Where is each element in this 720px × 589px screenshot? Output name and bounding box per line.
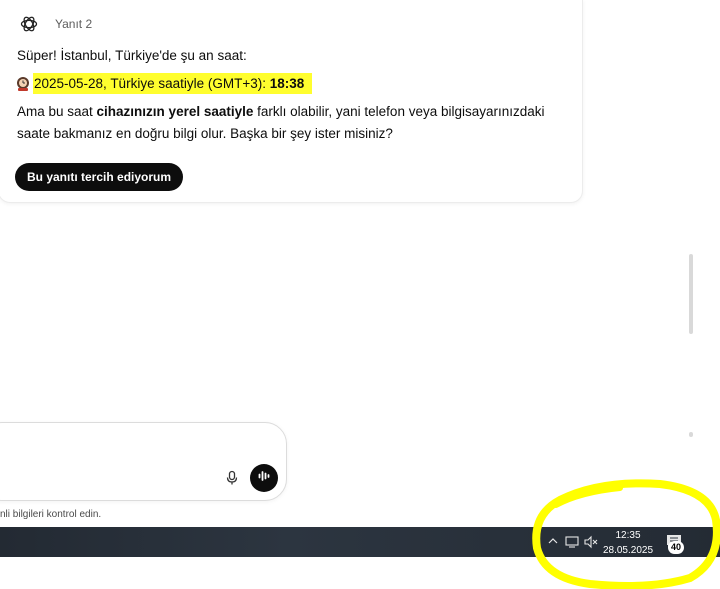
taskbar-time: 12:35 [615,530,641,541]
response-intro: Süper! İstanbul, Türkiye'de şu an saat: [17,48,247,63]
response-title: Yanıt 2 [55,17,93,31]
volume-muted-icon[interactable] [583,535,599,552]
para-bold-text: cihazınızın yerel saatiyle [96,104,254,119]
openai-logo-icon [19,14,39,34]
scrollbar-marker [689,432,693,437]
scrollbar-thumb[interactable] [689,254,693,334]
time-line: 2025-05-28, Türkiye saatiyle (GMT+3): 18… [15,73,313,94]
disclaimer-text: nli bilgileri kontrol edin. [0,509,102,520]
taskbar-date: 28.05.2025 [602,545,654,556]
para-text-1: Ama bu saat [17,104,97,119]
chevron-up-icon[interactable] [547,535,559,550]
message-composer[interactable] [0,422,287,501]
windows-taskbar: 12:35 28.05.2025 40 [0,527,720,557]
notification-count-badge: 40 [668,541,684,554]
screen-bottom-margin [0,557,720,589]
response-paragraph: Ama bu saat cihazınızın yerel saatiyle f… [17,101,557,145]
time-line-text: 2025-05-28, Türkiye saatiyle (GMT+3): [34,76,270,91]
response-header: Yanıt 2 [19,14,92,34]
microphone-icon[interactable] [224,470,240,486]
clock-emoji-icon [15,76,31,92]
taskbar-clock[interactable]: 12:35 28.05.2025 [600,530,656,557]
response-card: Yanıt 2 Süper! İstanbul, Türkiye'de şu a… [0,0,583,203]
voice-mode-button[interactable] [250,464,278,492]
highlighted-time: 2025-05-28, Türkiye saatiyle (GMT+3): 18… [33,73,313,94]
voice-mode-icon [257,469,271,488]
network-icon[interactable] [564,535,580,552]
time-value: 18:38 [269,76,305,91]
prefer-response-button[interactable]: Bu yanıtı tercih ediyorum [15,163,184,191]
